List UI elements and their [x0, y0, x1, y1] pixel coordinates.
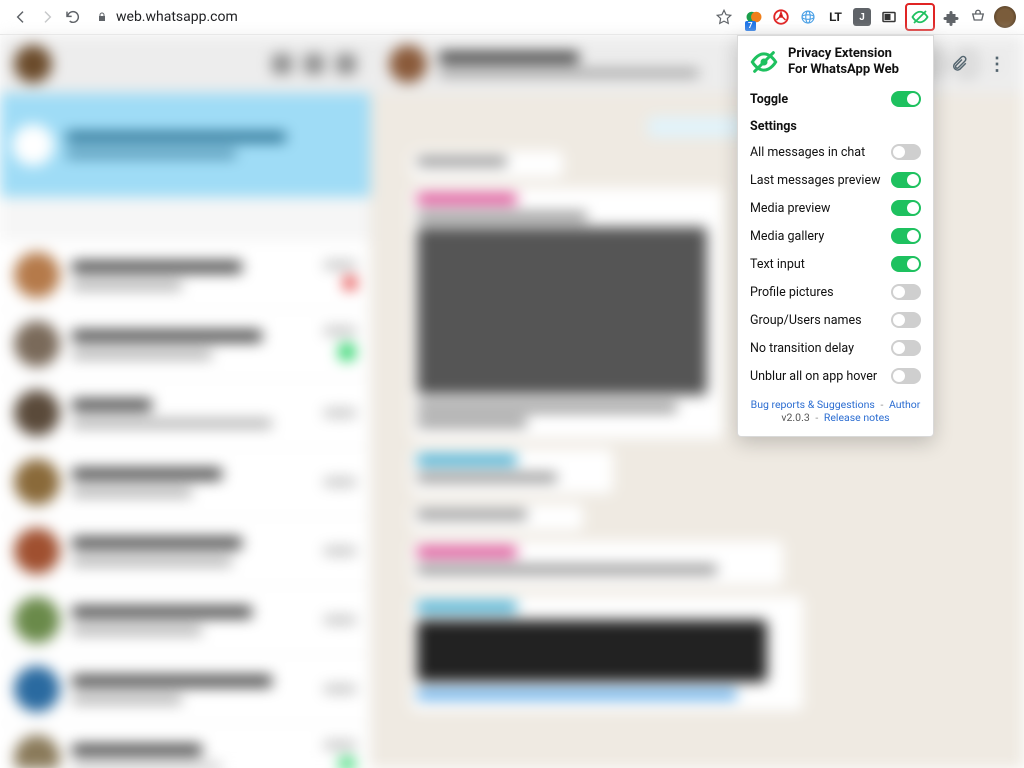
bookmark-star-icon[interactable]: [715, 8, 733, 26]
setting-label: No transition delay: [750, 341, 891, 356]
browser-toolbar: web.whatsapp.com 7 LT J: [0, 0, 1024, 35]
master-toggle-switch[interactable]: [891, 91, 921, 107]
setting-label: Media gallery: [750, 229, 891, 244]
setting-label: Media preview: [750, 201, 891, 216]
toggle-label: Toggle: [750, 92, 891, 107]
setting-toggle-switch[interactable]: [891, 312, 921, 328]
setting-row: Group/Users names: [738, 306, 933, 334]
attach-icon[interactable]: [950, 53, 968, 75]
address-bar[interactable]: web.whatsapp.com: [96, 8, 737, 26]
extension-icon-1[interactable]: 7: [743, 6, 765, 28]
setting-toggle-switch[interactable]: [891, 144, 921, 160]
profile-avatar[interactable]: [994, 6, 1016, 28]
setting-label: Profile pictures: [750, 285, 891, 300]
bug-reports-link[interactable]: Bug reports & Suggestions: [751, 398, 875, 411]
setting-toggle-switch[interactable]: [891, 340, 921, 356]
release-notes-link[interactable]: Release notes: [824, 411, 890, 424]
setting-row: Media gallery: [738, 222, 933, 250]
extension-popup: Privacy Extension For WhatsApp Web Toggl…: [737, 35, 934, 437]
popup-logo-icon: [750, 48, 778, 76]
privacy-extension-icon-highlighted[interactable]: [905, 3, 935, 31]
setting-toggle-switch[interactable]: [891, 200, 921, 216]
setting-label: All messages in chat: [750, 145, 891, 160]
setting-toggle-switch[interactable]: [891, 228, 921, 244]
popup-footer: Bug reports & Suggestions - Author v2.0.…: [738, 390, 933, 436]
setting-row: All messages in chat: [738, 138, 933, 166]
setting-label: Unblur all on app hover: [750, 369, 891, 384]
setting-row: Text input: [738, 250, 933, 278]
version-text: 2.0.3: [787, 411, 810, 424]
author-link[interactable]: Author: [889, 398, 920, 411]
setting-label: Group/Users names: [750, 313, 891, 328]
lock-icon: [96, 10, 108, 24]
popup-title-line1: Privacy Extension: [788, 46, 899, 62]
forward-button[interactable]: [34, 4, 60, 30]
setting-row: Profile pictures: [738, 278, 933, 306]
setting-row: No transition delay: [738, 334, 933, 362]
extensions-menu-icon[interactable]: [940, 6, 962, 28]
extension-icon-4[interactable]: LT: [824, 6, 846, 28]
extension-icon-8[interactable]: [967, 6, 989, 28]
settings-section-title: Settings: [738, 113, 933, 138]
extension-icon-3[interactable]: [797, 6, 819, 28]
toggle-row: Toggle: [738, 85, 933, 113]
popup-title-line2: For WhatsApp Web: [788, 62, 899, 78]
extensions-row: 7 LT J: [743, 3, 1016, 31]
setting-toggle-switch[interactable]: [891, 284, 921, 300]
back-button[interactable]: [8, 4, 34, 30]
url-text: web.whatsapp.com: [116, 9, 238, 25]
extension-icon-6[interactable]: [878, 6, 900, 28]
setting-row: Last messages preview: [738, 166, 933, 194]
setting-label: Text input: [750, 257, 891, 272]
popup-header: Privacy Extension For WhatsApp Web: [738, 36, 933, 85]
app-viewport: ⋮ ⋮ Privacy Extension For WhatsApp Web: [0, 35, 1024, 768]
extension-badge: 7: [745, 21, 756, 31]
setting-row: Unblur all on app hover: [738, 362, 933, 390]
setting-toggle-switch[interactable]: [891, 256, 921, 272]
extension-icon-5[interactable]: J: [851, 6, 873, 28]
setting-toggle-switch[interactable]: [891, 368, 921, 384]
popup-title: Privacy Extension For WhatsApp Web: [788, 46, 899, 77]
reload-button[interactable]: [60, 4, 86, 30]
setting-toggle-switch[interactable]: [891, 172, 921, 188]
menu-dots-icon[interactable]: ⋮: [988, 54, 1006, 75]
extension-icon-2[interactable]: [770, 6, 792, 28]
settings-list: All messages in chat Last messages previe…: [738, 138, 933, 390]
setting-row: Media preview: [738, 194, 933, 222]
setting-label: Last messages preview: [750, 173, 891, 188]
